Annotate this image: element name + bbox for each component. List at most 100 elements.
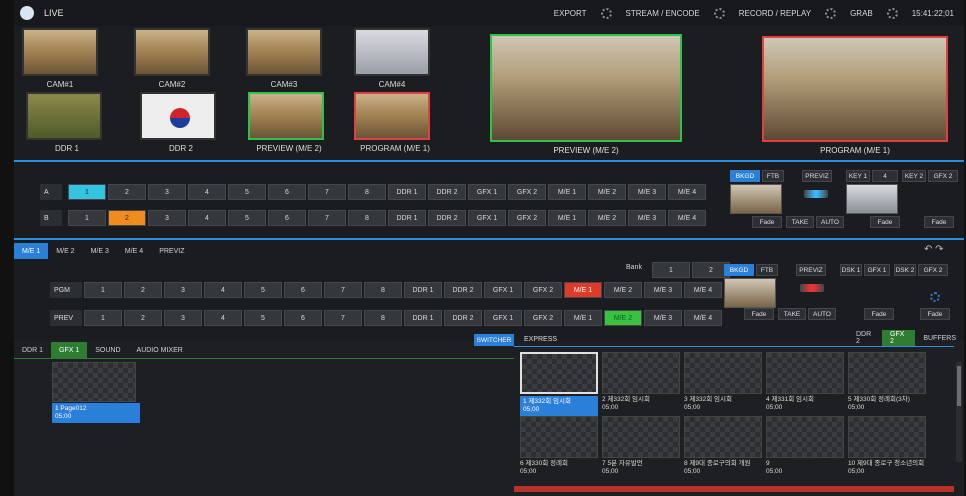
pgm-button-11[interactable]: GFX 1 — [484, 282, 522, 298]
key1-fade-button[interactable]: Fade — [870, 216, 900, 228]
row-b-button-6[interactable]: 6 — [268, 210, 306, 226]
prev-button-6[interactable]: 6 — [284, 310, 322, 326]
row-a-button-4[interactable]: 4 — [188, 184, 226, 200]
express-item-2[interactable] — [602, 352, 680, 394]
bank-1-button[interactable]: 1 — [652, 262, 690, 278]
dsk2-select[interactable]: GFX 2 — [918, 264, 948, 276]
row-b-button-3[interactable]: 3 — [148, 210, 186, 226]
stream-gear-icon[interactable] — [713, 7, 725, 19]
row-b-button-16[interactable]: M/E 4 — [668, 210, 706, 226]
pgm-button-16[interactable]: M/E 4 — [684, 282, 722, 298]
tab-me3[interactable]: M/E 3 — [83, 243, 117, 259]
pgm-button-15[interactable]: M/E 3 — [644, 282, 682, 298]
row-a-button-8[interactable]: 8 — [348, 184, 386, 200]
grab-menu[interactable]: GRAB — [850, 9, 873, 18]
tab-gfx2[interactable]: GFX 2 — [882, 330, 916, 346]
bkgd-button-top[interactable]: BKGD — [730, 170, 760, 182]
cam3-monitor[interactable] — [246, 28, 322, 76]
tab-ddr1[interactable]: DDR 1 — [14, 342, 51, 358]
gfx1-media-caption[interactable]: 1 Page012 05;00 — [52, 403, 140, 423]
cam1-monitor[interactable] — [22, 28, 98, 76]
pgm-button-4[interactable]: 4 — [204, 282, 242, 298]
express-item-5[interactable] — [848, 352, 926, 394]
pgm-label[interactable]: PGM — [50, 282, 82, 298]
switcher-button[interactable]: SWITCHER — [474, 334, 514, 346]
tbar[interactable] — [800, 284, 824, 292]
express-item-caption[interactable]: 9 05;00 — [766, 460, 844, 476]
auto-button-top[interactable]: AUTO — [816, 216, 844, 228]
express-item-6[interactable] — [520, 416, 598, 458]
tab-buffers[interactable]: BUFFERS — [915, 330, 964, 346]
express-item-caption[interactable]: 6 제330회 정례회 05;00 — [520, 460, 598, 476]
row-b-button-5[interactable]: 5 — [228, 210, 266, 226]
prev-button-12[interactable]: GFX 2 — [524, 310, 562, 326]
row-a-button-10[interactable]: DDR 2 — [428, 184, 466, 200]
prev-button-5[interactable]: 5 — [244, 310, 282, 326]
pgm-button-7[interactable]: 7 — [324, 282, 362, 298]
previz-button[interactable]: PREVIZ — [796, 264, 826, 276]
express-item-caption[interactable]: 4 제331회 임시회 05;00 — [766, 396, 844, 412]
ftb-button[interactable]: FTB — [756, 264, 778, 276]
row-b-button-4[interactable]: 4 — [188, 210, 226, 226]
prev-button-7[interactable]: 7 — [324, 310, 362, 326]
tab-audio-mixer[interactable]: AUDIO MIXER — [129, 342, 191, 358]
pgm-button-9[interactable]: DDR 1 — [404, 282, 442, 298]
take-button[interactable]: TAKE — [778, 308, 806, 320]
row-b-button-9[interactable]: DDR 1 — [388, 210, 426, 226]
express-item-10[interactable] — [848, 416, 926, 458]
scrollbar-thumb[interactable] — [957, 366, 961, 406]
prev-button-14[interactable]: M/E 2 — [604, 310, 642, 326]
tab-ddr2[interactable]: DDR 2 — [848, 330, 882, 346]
row-b-button-12[interactable]: GFX 2 — [508, 210, 546, 226]
express-item-4[interactable] — [766, 352, 844, 394]
express-item-9[interactable] — [766, 416, 844, 458]
record-replay-menu[interactable]: RECORD / REPLAY — [739, 9, 811, 18]
prev-button-9[interactable]: DDR 1 — [404, 310, 442, 326]
row-b-button-13[interactable]: M/E 1 — [548, 210, 586, 226]
express-item-caption[interactable]: 2 제332회 임시회 05;00 — [602, 396, 680, 412]
express-item-caption[interactable]: 1 제332회 임시회 05;00 — [520, 396, 598, 416]
row-a-button-12[interactable]: GFX 2 — [508, 184, 546, 200]
pgm-button-3[interactable]: 3 — [164, 282, 202, 298]
row-b-button-15[interactable]: M/E 3 — [628, 210, 666, 226]
row-a-button-11[interactable]: GFX 1 — [468, 184, 506, 200]
row-b-button-1[interactable]: 1 — [68, 210, 106, 226]
row-b-button-7[interactable]: 7 — [308, 210, 346, 226]
row-a-button-2[interactable]: 2 — [108, 184, 146, 200]
dsk-settings-gear-icon[interactable] — [930, 292, 940, 302]
key2-select[interactable]: GFX 2 — [928, 170, 958, 182]
dsk1-select[interactable]: GFX 1 — [864, 264, 890, 276]
prev-button-2[interactable]: 2 — [124, 310, 162, 326]
row-a-button-1[interactable]: 1 — [68, 184, 106, 200]
export-menu[interactable]: EXPORT — [554, 9, 587, 18]
prev-button-11[interactable]: GFX 1 — [484, 310, 522, 326]
express-item-7[interactable] — [602, 416, 680, 458]
express-item-caption[interactable]: 10 제9대 종로구 청소년의회 05;00 — [848, 460, 926, 476]
express-item-1[interactable] — [520, 352, 598, 394]
express-item-caption[interactable]: 8 제9대 종로구의회 개원 05;00 — [684, 460, 762, 476]
previz-button-top[interactable]: PREVIZ — [802, 170, 832, 182]
prev-button-15[interactable]: M/E 3 — [644, 310, 682, 326]
key1-select[interactable]: 4 — [872, 170, 898, 182]
row-a-label[interactable]: A — [40, 184, 62, 200]
express-item-caption[interactable]: 7 5분 자유발언 05;00 — [602, 460, 680, 476]
program-me1-monitor[interactable] — [354, 92, 430, 140]
prev-label[interactable]: PREV — [50, 310, 82, 326]
pgm-button-12[interactable]: GFX 2 — [524, 282, 562, 298]
row-a-button-6[interactable]: 6 — [268, 184, 306, 200]
record-gear-icon[interactable] — [825, 7, 837, 19]
fade-button[interactable]: Fade — [744, 308, 774, 320]
big-program-monitor[interactable] — [762, 36, 948, 142]
pgm-button-5[interactable]: 5 — [244, 282, 282, 298]
prev-button-4[interactable]: 4 — [204, 310, 242, 326]
tbar-top[interactable] — [804, 190, 828, 198]
take-button-top[interactable]: TAKE — [786, 216, 814, 228]
ddr1-monitor[interactable] — [26, 92, 102, 140]
express-item-8[interactable] — [684, 416, 762, 458]
row-a-button-13[interactable]: M/E 1 — [548, 184, 586, 200]
bkgd-button[interactable]: BKGD — [724, 264, 754, 276]
prev-button-16[interactable]: M/E 4 — [684, 310, 722, 326]
row-a-button-16[interactable]: M/E 4 — [668, 184, 706, 200]
row-a-button-3[interactable]: 3 — [148, 184, 186, 200]
fade-button-top[interactable]: Fade — [752, 216, 782, 228]
